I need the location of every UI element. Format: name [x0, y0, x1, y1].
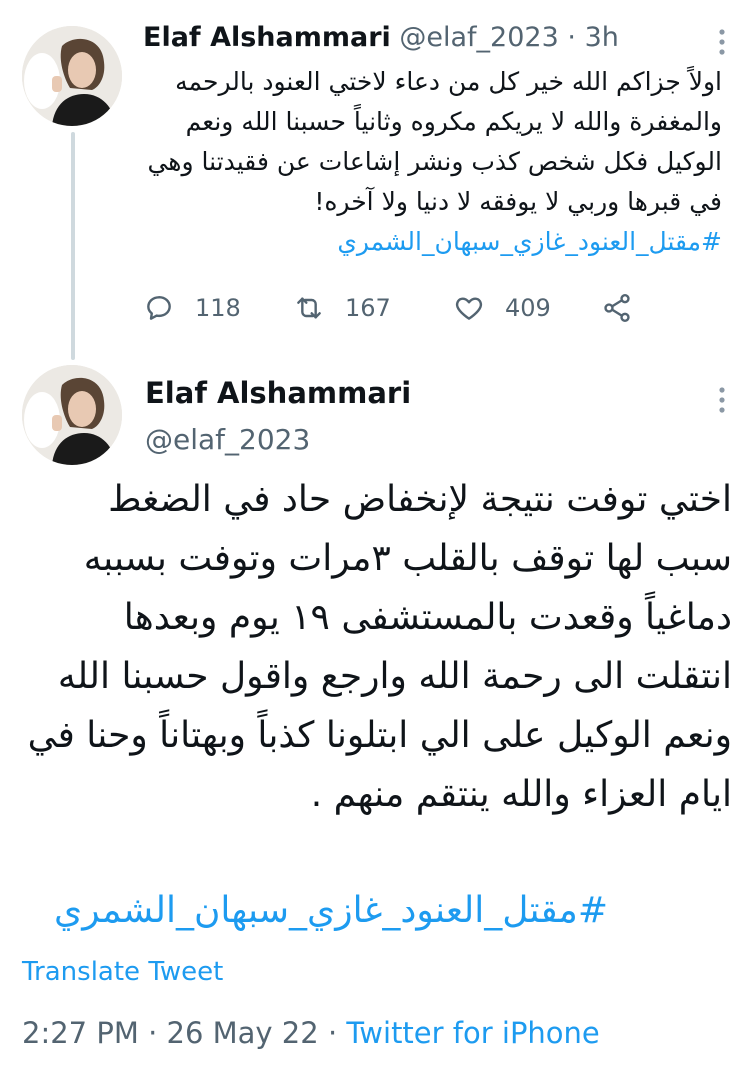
tweet-body: اولاً جزاكم الله خير كل من دعاء لاختي ال…: [147, 67, 722, 216]
author-name[interactable]: Elaf Alshammari: [143, 22, 391, 53]
separator: ·: [567, 22, 576, 53]
tweet-time[interactable]: 2:27 PM: [22, 1016, 139, 1050]
thread-line: [71, 132, 75, 360]
tweet-timestamp: 2:27 PM · 26 May 22 · Twitter for iPhone: [22, 1016, 600, 1050]
tweet-date[interactable]: 26 May 22: [167, 1016, 319, 1050]
tweet-time[interactable]: 3h: [585, 22, 619, 53]
author-handle[interactable]: @elaf_2023: [399, 22, 558, 53]
more-vertical-icon[interactable]: [708, 386, 736, 414]
hashtag-link[interactable]: #مقتل_العنود_غازي_سبهان_الشمري: [54, 890, 608, 931]
like-button[interactable]: 409: [453, 292, 601, 324]
hashtag-link[interactable]: #مقتل_العنود_غازي_سبهان_الشمري: [337, 227, 722, 256]
retweet-button[interactable]: 167: [293, 292, 453, 324]
reply-icon: [147, 296, 171, 320]
heart-icon: [455, 297, 483, 320]
translate-tweet-link[interactable]: Translate Tweet: [22, 957, 223, 987]
tweet-body: اختي توفت نتيجة لإنخفاض حاد في الضغط سبب…: [27, 479, 732, 815]
tweet-text: اولاً جزاكم الله خير كل من دعاء لاختي ال…: [143, 62, 722, 262]
share-button[interactable]: [601, 292, 633, 324]
more-vertical-icon[interactable]: [708, 28, 736, 56]
like-count: 409: [505, 294, 551, 322]
retweet-count: 167: [345, 294, 391, 322]
tweet-source-link[interactable]: Twitter for iPhone: [346, 1016, 599, 1050]
retweet-icon: [297, 297, 321, 319]
avatar[interactable]: [22, 365, 122, 465]
tweet-header: Elaf Alshammari @elaf_2023 · 3h: [143, 22, 619, 53]
reply-count: 118: [195, 294, 241, 322]
tweet-actions: 118 167 409: [143, 288, 633, 328]
avatar[interactable]: [22, 26, 122, 126]
reply-button[interactable]: 118: [143, 292, 293, 324]
separator: ·: [148, 1016, 158, 1050]
separator: ·: [327, 1016, 338, 1050]
share-icon: [604, 294, 630, 322]
author-name[interactable]: Elaf Alshammari: [145, 376, 411, 410]
author-handle[interactable]: @elaf_2023: [145, 423, 310, 456]
